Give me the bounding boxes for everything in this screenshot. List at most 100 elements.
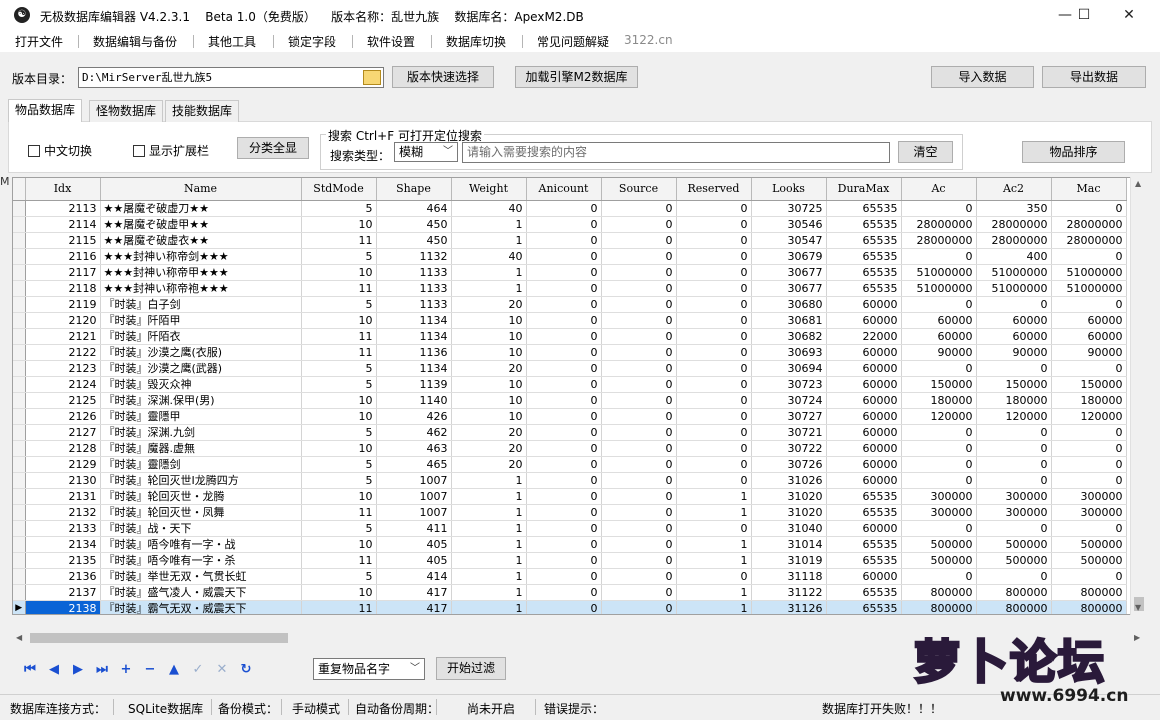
cell-idx[interactable]: 2116: [25, 248, 101, 265]
cell-reserved[interactable]: 0: [676, 296, 752, 313]
cell-idx[interactable]: 2126: [25, 408, 101, 425]
cell-idx[interactable]: 2125: [25, 392, 101, 409]
table-row[interactable]: 2121 『时装』阡陌衣 11 1134 10 0 0 0 30682 22000 60000 600…: [13, 328, 1127, 345]
clear-button[interactable]: 清空: [898, 141, 953, 163]
cell-name[interactable]: 『时装』白子剑: [100, 296, 302, 313]
cell-shape[interactable]: 1136: [376, 344, 452, 361]
close-button[interactable]: ✕: [1106, 0, 1152, 30]
cell-name[interactable]: 『时装』轮回灭世・龙腾: [100, 488, 302, 505]
cell-mac[interactable]: 500000: [1051, 536, 1127, 553]
cell-source[interactable]: 0: [601, 248, 677, 265]
cell-duramax[interactable]: 60000: [826, 296, 902, 313]
table-row[interactable]: 2124 『时装』毁灭众神 5 1139 10 0 0 0 30723 60000 150000 15…: [13, 376, 1127, 393]
cell-mac[interactable]: 0: [1051, 424, 1127, 441]
cell-shape[interactable]: 1007: [376, 504, 452, 521]
cell-looks[interactable]: 31020: [751, 488, 827, 505]
cell-name[interactable]: 『时装』盛气凌人・威震天下: [100, 584, 302, 601]
column-header-shape[interactable]: Shape: [376, 178, 452, 201]
cell-ac[interactable]: 180000: [901, 392, 977, 409]
cell-anicount[interactable]: 0: [526, 328, 602, 345]
cell-ac[interactable]: 28000000: [901, 216, 977, 233]
cell-duramax[interactable]: 65535: [826, 584, 902, 601]
refresh-icon[interactable]: ↻: [236, 660, 256, 680]
cell-ac2[interactable]: 0: [976, 296, 1052, 313]
cell-weight[interactable]: 40: [451, 200, 527, 217]
cell-duramax[interactable]: 60000: [826, 568, 902, 585]
cell-idx[interactable]: 2119: [25, 296, 101, 313]
row-indicator[interactable]: [13, 520, 26, 537]
cell-anicount[interactable]: 0: [526, 200, 602, 217]
vertical-scrollbar[interactable]: ▲ ▼: [1130, 177, 1146, 615]
cell-shape[interactable]: 1139: [376, 376, 452, 393]
cell-looks[interactable]: 30725: [751, 200, 827, 217]
cell-anicount[interactable]: 0: [526, 264, 602, 281]
cell-ac[interactable]: 0: [901, 360, 977, 377]
cell-anicount[interactable]: 0: [526, 296, 602, 313]
cell-ac2[interactable]: 120000: [976, 408, 1052, 425]
cell-ac2[interactable]: 500000: [976, 536, 1052, 553]
start-filter-button[interactable]: 开始过滤: [436, 657, 506, 680]
cell-source[interactable]: 0: [601, 472, 677, 489]
cell-looks[interactable]: 31014: [751, 536, 827, 553]
maximize-button[interactable]: ☐: [1061, 0, 1107, 30]
cell-looks[interactable]: 30681: [751, 312, 827, 329]
cell-ac2[interactable]: 300000: [976, 504, 1052, 521]
cell-mac[interactable]: 0: [1051, 360, 1127, 377]
cell-reserved[interactable]: 1: [676, 536, 752, 553]
table-row[interactable]: 2136 『时装』举世无双・气贯长虹 5 414 1 0 0 0 31118 60000 0 0 0: [13, 568, 1127, 585]
cell-weight[interactable]: 10: [451, 328, 527, 345]
cell-idx[interactable]: 2117: [25, 264, 101, 281]
cell-shape[interactable]: 465: [376, 456, 452, 473]
row-indicator[interactable]: [13, 232, 26, 249]
cell-stdmode[interactable]: 11: [301, 232, 377, 249]
cell-reserved[interactable]: 0: [676, 408, 752, 425]
cell-anicount[interactable]: 0: [526, 344, 602, 361]
cell-ac2[interactable]: 51000000: [976, 264, 1052, 281]
cell-ac[interactable]: 0: [901, 520, 977, 537]
cell-reserved[interactable]: 0: [676, 520, 752, 537]
row-indicator[interactable]: [13, 344, 26, 361]
table-row[interactable]: 2117 ★★★封神い称帝甲★★★ 10 1133 1 0 0 0 30677 65535 5100…: [13, 264, 1127, 281]
column-header-looks[interactable]: Looks: [751, 178, 827, 201]
tab-item-db[interactable]: 物品数据库: [8, 99, 83, 122]
cell-duramax[interactable]: 65535: [826, 504, 902, 521]
cell-idx[interactable]: 2129: [25, 456, 101, 473]
cell-shape[interactable]: 1140: [376, 392, 452, 409]
show-all-categories-button[interactable]: 分类全显: [237, 137, 309, 159]
cell-shape[interactable]: 450: [376, 232, 452, 249]
cell-idx[interactable]: 2121: [25, 328, 101, 345]
cell-shape[interactable]: 1133: [376, 264, 452, 281]
cell-mac[interactable]: 0: [1051, 200, 1127, 217]
cell-looks[interactable]: 30724: [751, 392, 827, 409]
cell-anicount[interactable]: 0: [526, 472, 602, 489]
cell-stdmode[interactable]: 11: [301, 344, 377, 361]
cell-name[interactable]: 『时装』毁灭众神: [100, 376, 302, 393]
cell-weight[interactable]: 1: [451, 552, 527, 569]
cell-weight[interactable]: 1: [451, 216, 527, 233]
cell-shape[interactable]: 1007: [376, 488, 452, 505]
cell-weight[interactable]: 1: [451, 264, 527, 281]
cell-anicount[interactable]: 0: [526, 552, 602, 569]
cell-idx[interactable]: 2122: [25, 344, 101, 361]
cell-reserved[interactable]: 0: [676, 568, 752, 585]
cell-weight[interactable]: 20: [451, 296, 527, 313]
table-row[interactable]: 2131 『时装』轮回灭世・龙腾 10 1007 1 0 0 1 31020 65535 30000…: [13, 488, 1127, 505]
tab-monster-db[interactable]: 怪物数据库: [89, 100, 164, 122]
cell-ac[interactable]: 0: [901, 248, 977, 265]
cell-reserved[interactable]: 0: [676, 456, 752, 473]
cell-looks[interactable]: 30726: [751, 456, 827, 473]
table-row[interactable]: 2134 『时装』唔今唯有一字・战 10 405 1 0 0 1 31014 65535 50000…: [13, 536, 1127, 553]
cell-source[interactable]: 0: [601, 376, 677, 393]
menu-open-file[interactable]: 打开文件: [15, 33, 63, 50]
cell-weight[interactable]: 20: [451, 456, 527, 473]
cell-shape[interactable]: 450: [376, 216, 452, 233]
show-ext-checkbox[interactable]: 显示扩展栏: [133, 142, 209, 159]
cell-idx[interactable]: 2138: [25, 600, 101, 614]
menu-settings[interactable]: 软件设置: [367, 33, 415, 50]
cell-ac2[interactable]: 800000: [976, 584, 1052, 601]
cell-source[interactable]: 0: [601, 552, 677, 569]
cell-name[interactable]: ★★★封神い称帝甲★★★: [100, 264, 302, 281]
cell-shape[interactable]: 417: [376, 584, 452, 601]
row-indicator[interactable]: [13, 248, 26, 265]
search-input[interactable]: 请输入需要搜索的内容: [462, 142, 890, 163]
